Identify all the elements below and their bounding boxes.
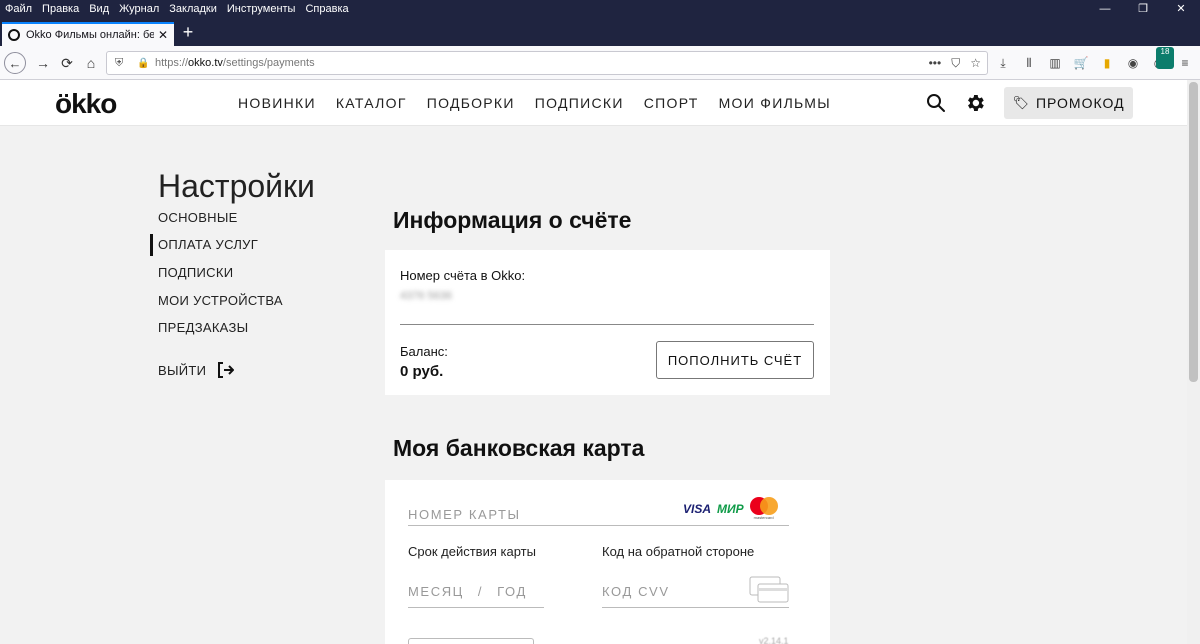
tab-okko[interactable]: Okko Фильмы онлайн: без ре ✕ — [2, 22, 174, 46]
account-number-value: 4376 5636 — [400, 290, 452, 302]
bookmark-addon-icon[interactable]: ▮ — [1098, 52, 1116, 74]
settings-item-subscriptions[interactable]: ПОДПИСКИ — [158, 265, 233, 280]
home-button[interactable]: ⌂ — [80, 52, 102, 74]
visa-logo: VISA — [683, 502, 712, 516]
restore-button[interactable]: ❐ — [1124, 0, 1162, 18]
new-tab-button[interactable]: + — [178, 22, 198, 42]
year-placeholder: ГОД — [497, 584, 527, 599]
main-nav: НОВИНКИ КАТАЛОГ ПОДБОРКИ ПОДПИСКИ СПОРТ … — [238, 80, 831, 126]
minimize-button[interactable]: — — [1086, 0, 1124, 18]
url-scheme: https:// — [155, 57, 189, 69]
nav-subscriptions[interactable]: ПОДПИСКИ — [535, 95, 624, 111]
nav-my-films[interactable]: МОИ ФИЛЬМЫ — [719, 95, 831, 111]
expiry-input[interactable]: МЕСЯЦ / ГОД — [408, 584, 544, 608]
browser-menubar: Файл Правка Вид Журнал Закладки Инструме… — [0, 0, 1200, 18]
sidebar-icon[interactable]: ▥ — [1046, 52, 1064, 74]
tab-close-icon[interactable]: ✕ — [158, 28, 168, 42]
site-header: ökko НОВИНКИ КАТАЛОГ ПОДБОРКИ ПОДПИСКИ С… — [0, 80, 1187, 126]
nav-sport[interactable]: СПОРТ — [644, 95, 699, 111]
account-icon[interactable]: ◉ — [1124, 52, 1142, 74]
addon-icon[interactable]: ◍18 — [1150, 47, 1174, 74]
account-divider — [400, 324, 814, 325]
logout-icon — [218, 362, 235, 378]
close-window-button[interactable]: ✕ — [1162, 0, 1200, 18]
gear-icon[interactable] — [964, 92, 986, 114]
save-card-button[interactable] — [408, 638, 534, 644]
url-host: okko.tv — [188, 57, 223, 69]
pocket-icon[interactable]: ⛉ — [951, 56, 960, 71]
addon-badge: 18 — [1156, 47, 1174, 69]
search-icon[interactable] — [926, 93, 946, 113]
settings-item-preorders[interactable]: ПРЕДЗАКАЗЫ — [158, 320, 248, 335]
menu-tools[interactable]: Инструменты — [222, 0, 301, 18]
bookmark-star-icon[interactable]: ☆ — [970, 56, 981, 70]
hamburger-menu-icon[interactable]: ≡ — [1176, 52, 1194, 74]
bank-card-heading: Моя банковская карта — [393, 435, 645, 461]
promo-code-button[interactable]: 🏷 ПРОМОКОД — [1004, 87, 1133, 119]
nav-collections[interactable]: ПОДБОРКИ — [427, 95, 515, 111]
menu-view[interactable]: Вид — [84, 0, 114, 18]
browser-navbar: ← → ⟳ ⌂ ⛨ 🔒 https:// okko.tv /settings/p… — [0, 46, 1200, 80]
page-scrollbar[interactable] — [1187, 80, 1200, 644]
settings-item-devices[interactable]: МОИ УСТРОЙСТВА — [158, 293, 283, 308]
browser-toolbar: ⤓ ⫴ ▥ 🛒 ▮ ◉ ◍18 ≡ — [994, 47, 1194, 74]
lock-icon[interactable]: 🔒 — [137, 58, 149, 69]
logout-label: ВЫЙТИ — [158, 362, 207, 378]
library-icon[interactable]: ⫴ — [1020, 52, 1038, 74]
app-version: v2.14.1 — [759, 636, 789, 644]
card-back-icon — [749, 576, 789, 603]
promo-label: ПРОМОКОД — [1035, 95, 1125, 111]
okko-logo[interactable]: ökko — [55, 88, 117, 120]
settings-item-payments[interactable]: ОПЛАТА УСЛУГ — [149, 234, 258, 256]
tag-icon: 🏷 — [1012, 95, 1030, 110]
tracking-shield-icon[interactable]: ⛨ — [115, 57, 127, 69]
tab-title: Okko Фильмы онлайн: без ре — [26, 29, 154, 41]
top-up-button[interactable]: ПОПОЛНИТЬ СЧЁТ — [656, 341, 814, 379]
mastercard-logo: mastercard — [749, 497, 778, 521]
page-title: Настройки — [158, 168, 315, 204]
nav-new[interactable]: НОВИНКИ — [238, 95, 316, 111]
mir-logo: МИР — [717, 502, 744, 516]
menu-file[interactable]: Файл — [0, 0, 37, 18]
account-heading: Информация о счёте — [393, 207, 632, 233]
menu-help[interactable]: Справка — [300, 0, 353, 18]
downloads-icon[interactable]: ⤓ — [994, 52, 1012, 74]
mastercard-caption: mastercard — [753, 515, 774, 520]
nav-catalog[interactable]: КАТАЛОГ — [336, 95, 407, 111]
expiry-label: Срок действия карты — [408, 544, 536, 559]
url-bar[interactable]: ⛨ 🔒 https:// okko.tv /settings/payments … — [106, 51, 988, 75]
back-button[interactable]: ← — [4, 52, 26, 74]
bank-card-form: НОМЕР КАРТЫ VISA МИР mastercard Срок дей… — [385, 480, 830, 644]
cart-addon-icon[interactable]: 🛒 — [1072, 52, 1090, 74]
window-controls: — ❐ ✕ — [1086, 0, 1200, 18]
url-path: /settings/payments — [222, 57, 315, 69]
card-brands: VISA МИР mastercard — [683, 497, 778, 521]
menu-edit[interactable]: Правка — [37, 0, 84, 18]
forward-button[interactable]: → — [32, 52, 54, 74]
page-actions-icon[interactable]: ••• — [929, 56, 942, 70]
balance-label: Баланс: — [400, 344, 448, 359]
balance-value: 0 руб. — [400, 363, 444, 380]
expiry-separator: / — [477, 584, 484, 599]
scrollbar-thumb[interactable] — [1189, 82, 1198, 382]
menu-bookmarks[interactable]: Закладки — [164, 0, 222, 18]
settings-item-general[interactable]: ОСНОВНЫЕ — [158, 210, 238, 225]
url-actions: ••• ⛉ ☆ — [929, 52, 981, 74]
logout-button[interactable]: ВЫЙТИ — [158, 361, 235, 379]
account-number-label: Номер счёта в Okko: — [400, 268, 526, 283]
month-placeholder: МЕСЯЦ — [408, 584, 464, 599]
cvv-label: Код на обратной стороне — [602, 544, 755, 559]
okko-favicon-icon — [8, 29, 20, 41]
account-card: Номер счёта в Okko: 4376 5636 Баланс: 0 … — [385, 250, 830, 395]
reload-button[interactable]: ⟳ — [56, 52, 78, 74]
menu-history[interactable]: Журнал — [114, 0, 164, 18]
